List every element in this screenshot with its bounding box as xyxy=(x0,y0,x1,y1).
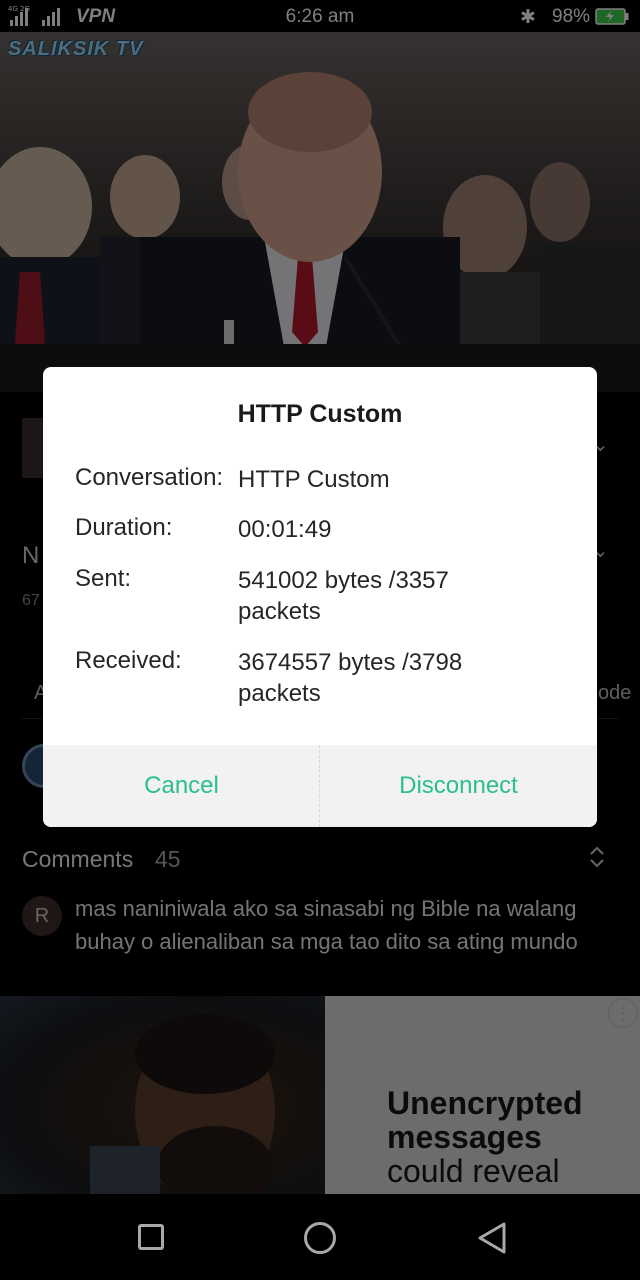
duration-value: 00:01:49 xyxy=(238,516,332,543)
square-icon[interactable] xyxy=(138,1224,164,1250)
sent-value: 541002 bytes /3357 packets xyxy=(238,567,449,625)
dialog-title: HTTP Custom xyxy=(237,400,403,428)
sent-label: Sent: xyxy=(75,565,132,592)
duration-label: Duration: xyxy=(75,514,173,541)
disconnect-button[interactable]: Disconnect xyxy=(320,745,597,827)
navigation-bar xyxy=(0,1194,640,1280)
connection-dialog: HTTP Custom Conversation: HTTP Custom Du… xyxy=(43,367,597,827)
conversation-value: HTTP Custom xyxy=(238,466,390,493)
circle-icon[interactable] xyxy=(304,1222,336,1254)
received-label: Received: xyxy=(75,647,182,674)
conversation-label: Conversation: xyxy=(75,464,224,491)
triangle-icon[interactable] xyxy=(478,1222,506,1254)
received-value: 3674557 bytes /3798 packets xyxy=(238,649,463,707)
cancel-button[interactable]: Cancel xyxy=(43,745,320,827)
dialog-buttons: Cancel Disconnect xyxy=(43,745,597,827)
